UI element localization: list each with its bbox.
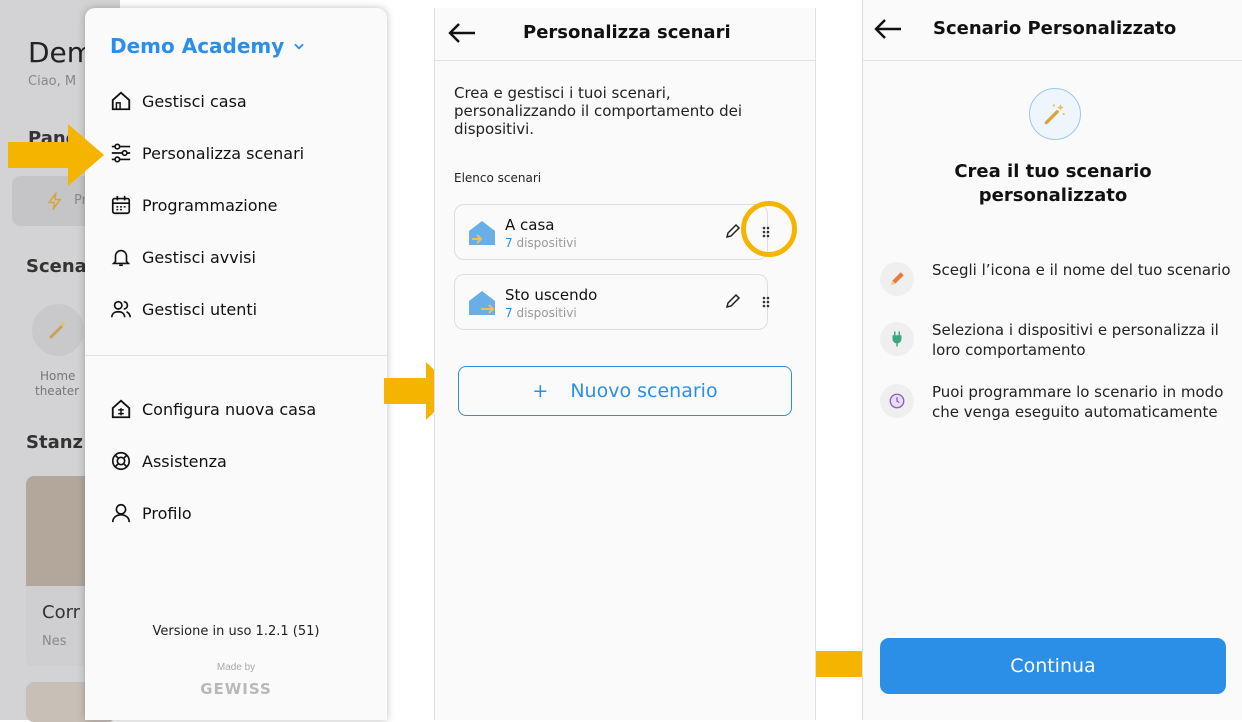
scenario-label-theater: theater — [35, 384, 80, 398]
edit-pencil-icon[interactable] — [725, 223, 741, 239]
menu-item-personalizza-scenari[interactable]: Personalizza scenari — [110, 142, 304, 164]
app-version: Versione in uso 1.2.1 (51) — [152, 624, 320, 639]
greeting-fragment: Ciao, M — [28, 74, 77, 89]
scenario-wand-icon[interactable] — [32, 304, 84, 356]
feature-text: Scegli l’icona e il nome del tuo scenari… — [932, 261, 1231, 279]
house-arrive-icon — [469, 221, 495, 245]
feature-text: Puoi programmare lo scenario in modo che… — [932, 383, 1224, 421]
feature-item: Puoi programmare lo scenario in modo che… — [880, 382, 1230, 442]
screen-header: Personalizza scenari — [435, 8, 815, 61]
room-name-fragment: Corr — [42, 602, 81, 623]
navigation-drawer: Demo Academy Gestisci casa Personalizza … — [85, 8, 387, 720]
menu-label: Gestisci utenti — [142, 299, 258, 319]
screen-header: Scenario Personalizzato — [863, 0, 1242, 61]
drag-handle-icon[interactable] — [761, 295, 771, 309]
menu-item-programmazione[interactable]: Programmazione — [110, 194, 278, 216]
scenario-label-home: Home — [40, 369, 76, 383]
plug-icon — [880, 322, 914, 356]
lifebuoy-icon — [111, 451, 131, 471]
house-config-icon — [111, 399, 131, 419]
menu-label: Programmazione — [142, 195, 278, 215]
scenari-section-fragment: Scena — [26, 256, 87, 277]
feature-text: Seleziona i dispositivi e personalizza i… — [932, 321, 1219, 359]
scenario-card-a-casa[interactable]: A casa 7 dispositivi — [454, 204, 770, 260]
annotation-arrow-icon — [8, 124, 104, 186]
scenario-name: Sto uscendo — [505, 286, 598, 304]
menu-label: Personalizza scenari — [142, 143, 305, 163]
scenario-devices: 7 dispositivi — [505, 236, 577, 250]
scenario-name: A casa — [505, 216, 555, 234]
intro-text: Crea e gestisci i tuoi scenari, personal… — [454, 84, 743, 138]
feature-item: Seleziona i dispositivi e personalizza i… — [880, 320, 1230, 380]
menu-divider — [85, 355, 387, 356]
new-scenario-button[interactable]: + Nuovo scenario — [458, 366, 792, 416]
menu-label: Gestisci casa — [142, 91, 247, 111]
users-icon — [111, 300, 131, 318]
page-title: Personalizza scenari — [523, 22, 731, 43]
house-leave-icon — [469, 291, 495, 315]
continue-button[interactable]: Continua — [880, 638, 1226, 694]
menu-item-gestisci-casa[interactable]: Gestisci casa — [110, 90, 247, 112]
home-selector[interactable]: Demo Academy — [110, 34, 306, 58]
bell-icon — [111, 249, 131, 267]
menu-label: Profilo — [142, 503, 192, 523]
stanze-section-fragment: Stanz — [26, 432, 84, 453]
brand-logo: GEWISS — [200, 680, 272, 698]
chevron-down-icon — [294, 43, 304, 50]
new-scenario-label: Nuovo scenario — [570, 380, 718, 402]
calendar-icon — [111, 195, 131, 215]
scenario-card-sto-uscendo[interactable]: Sto uscendo 7 dispositivi — [454, 274, 771, 330]
scenario-devices: 7 dispositivi — [505, 306, 577, 320]
bolt-icon — [47, 192, 62, 210]
menu-item-gestisci-avvisi[interactable]: Gestisci avvisi — [110, 246, 256, 268]
sliders-icon — [111, 143, 131, 163]
clock-icon — [880, 384, 914, 418]
menu-label: Gestisci avvisi — [142, 247, 256, 267]
main-heading: Crea il tuo scenario personalizzato — [954, 161, 1152, 206]
edit-pencil-icon[interactable] — [725, 293, 741, 309]
personalizza-scenari-screen: Personalizza scenari Crea e gestisci i t… — [434, 8, 816, 720]
back-arrow-icon[interactable] — [873, 16, 903, 42]
page-title: Scenario Personalizzato — [933, 18, 1177, 39]
made-by-label: Made by — [216, 662, 256, 673]
back-arrow-icon[interactable] — [447, 20, 477, 46]
plus-icon: + — [532, 380, 549, 402]
highlight-circle — [741, 201, 797, 257]
home-icon — [111, 91, 131, 111]
menu-item-gestisci-utenti[interactable]: Gestisci utenti — [110, 298, 257, 320]
user-icon — [111, 503, 131, 523]
menu-item-configura-nuova-casa[interactable]: Configura nuova casa — [110, 398, 316, 420]
room-status-fragment: Nes — [42, 634, 67, 649]
section-label: Elenco scenari — [454, 171, 542, 185]
feature-item: Scegli l’icona e il nome del tuo scenari… — [880, 260, 1231, 320]
menu-label: Configura nuova casa — [142, 399, 317, 419]
menu-label: Assistenza — [142, 451, 227, 471]
magic-wand-icon — [1029, 88, 1081, 140]
scenario-personalizzato-screen: Scenario Personalizzato Crea il tuo scen… — [862, 0, 1242, 720]
menu-item-profilo[interactable]: Profilo — [110, 502, 192, 524]
pencil-icon — [880, 262, 914, 296]
drawer-title: Demo Academy — [110, 34, 285, 58]
menu-item-assistenza[interactable]: Assistenza — [110, 450, 227, 472]
